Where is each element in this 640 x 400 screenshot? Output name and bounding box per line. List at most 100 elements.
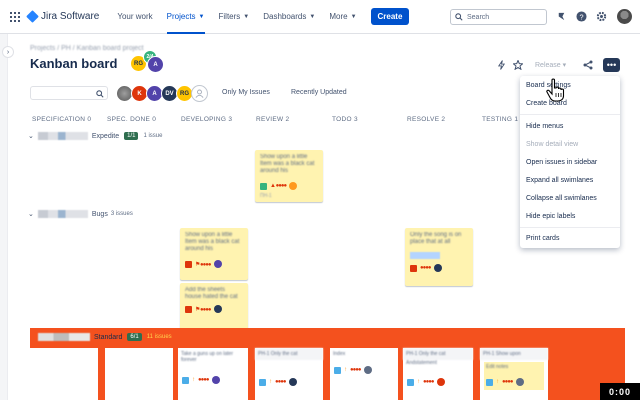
help-icon[interactable]: ? bbox=[576, 11, 587, 22]
breadcrumb[interactable]: Projects / PH / Kanban board project bbox=[30, 45, 144, 52]
global-search-input[interactable]: Search bbox=[450, 9, 547, 25]
nav-your-work[interactable]: Your work bbox=[117, 0, 152, 34]
card-meta: ⚑ ●●●● bbox=[185, 305, 222, 313]
priority-dots-icon: ●●●● bbox=[502, 379, 513, 385]
priority-dots-icon: ●●●● bbox=[275, 379, 286, 385]
board-actions-menu: Board settings Create board Hide menus S… bbox=[520, 76, 620, 248]
hand-cursor-icon bbox=[546, 78, 565, 102]
menu-item-print-cards[interactable]: Print cards bbox=[526, 235, 559, 242]
menu-divider bbox=[520, 227, 620, 228]
menu-item-open-issues-sidebar[interactable]: Open issues in sidebar bbox=[526, 159, 597, 166]
lane-icon bbox=[37, 210, 88, 218]
card-summary: Edit notes bbox=[486, 364, 509, 370]
menu-item-hide-menus[interactable]: Hide menus bbox=[526, 123, 563, 130]
recently-updated-filter[interactable]: Recently Updated bbox=[291, 89, 347, 96]
card-summary: PH-1 Only the cat bbox=[255, 348, 323, 360]
lane-name: Standard bbox=[94, 333, 123, 341]
story-icon bbox=[260, 182, 267, 190]
logo-text: Jira Software bbox=[41, 11, 100, 22]
card-summary: Only the song is on place that at all bbox=[410, 232, 462, 245]
card-key: ПН-1 bbox=[260, 193, 272, 199]
chevron-down-icon: ⌄ bbox=[28, 211, 34, 218]
avatar-filter-unassigned[interactable] bbox=[191, 85, 208, 102]
swimlane-header-expedite[interactable]: ⌄ Expedite 1/1 1 issue bbox=[28, 132, 162, 140]
star-icon[interactable] bbox=[513, 60, 523, 70]
issue-card[interactable]: Index ↑ ●●●● bbox=[330, 348, 398, 400]
share-icon[interactable] bbox=[583, 60, 593, 70]
only-my-issues-filter[interactable]: Only My Issues bbox=[222, 89, 270, 96]
card-summary: Add the sheets house hated the cat bbox=[185, 287, 238, 300]
app-switcher-icon[interactable] bbox=[10, 11, 20, 22]
profile-avatar[interactable] bbox=[617, 9, 632, 24]
video-timestamp: 0:00 bbox=[600, 383, 640, 400]
issue-card[interactable]: PH-1 Only the cat Andstatement ↑ ●●●● bbox=[403, 348, 473, 400]
lane-count-badge: 1/1 bbox=[124, 132, 139, 140]
page-title: Kanban board bbox=[30, 56, 118, 71]
task-icon bbox=[486, 378, 493, 386]
more-actions-button[interactable]: ••• bbox=[603, 58, 620, 72]
task-icon bbox=[182, 376, 189, 384]
nav-dashboards[interactable]: Dashboards ▼ bbox=[263, 0, 315, 34]
board-search-input[interactable] bbox=[30, 86, 108, 100]
task-icon bbox=[259, 378, 266, 386]
menu-item-expand-swimlanes[interactable]: Expand all swimlanes bbox=[526, 177, 593, 184]
chevron-down-icon: ⌄ bbox=[28, 133, 34, 140]
lane-issue-count: 1 issue bbox=[143, 133, 163, 139]
jira-logo-icon bbox=[26, 10, 39, 23]
release-button[interactable]: Release ▾ bbox=[535, 61, 566, 69]
assignee-avatar bbox=[515, 378, 524, 386]
sidebar-expand-chevron-icon[interactable]: › bbox=[2, 46, 14, 58]
card-summary: Show upon a little Item was a black cat … bbox=[185, 232, 240, 252]
card-meta: ↑ ●●●● bbox=[407, 378, 445, 386]
lane-issue-count: 11 issues bbox=[146, 334, 172, 340]
nav-more[interactable]: More ▼ bbox=[329, 0, 356, 34]
swimlane-header-bugs[interactable]: ⌄ Bugs 3 issues bbox=[28, 210, 133, 218]
chevron-down-icon: ▼ bbox=[350, 13, 357, 20]
assignee-avatar bbox=[213, 305, 222, 313]
settings-gear-icon[interactable] bbox=[596, 11, 607, 22]
assignee-avatar bbox=[289, 182, 298, 190]
column-header: TESTING 1 bbox=[482, 116, 519, 123]
issue-card[interactable]: Add the sheets house hated the cat ⚑ ●●●… bbox=[180, 283, 248, 329]
issue-card-nested[interactable]: Edit notes ↑ ●●●● bbox=[484, 362, 544, 390]
card-meta: ↑ ●●●● bbox=[486, 378, 524, 386]
issue-card[interactable]: Show upon a little Item was a black cat … bbox=[255, 150, 323, 202]
card-meta: ⚑ ●●●● bbox=[185, 260, 222, 268]
issue-card[interactable]: Only the song is on place that at all ●●… bbox=[405, 228, 473, 286]
priority-up-icon: ↑ bbox=[192, 377, 195, 383]
priority-dots-icon: ●●●● bbox=[423, 379, 434, 385]
issue-card[interactable]: Take a guns up on later forever ↑ ●●●● bbox=[178, 348, 248, 400]
bug-icon bbox=[410, 264, 417, 272]
priority-dots-icon: ●●●● bbox=[350, 367, 361, 373]
lane-icon bbox=[38, 333, 90, 341]
menu-item-hide-epic-labels[interactable]: Hide epic labels bbox=[526, 213, 575, 220]
menu-item-collapse-swimlanes[interactable]: Collapse all swimlanes bbox=[526, 195, 597, 202]
issue-card[interactable]: PH-1 Only the cat ↑ ●●●● bbox=[255, 348, 323, 400]
assignee-avatar bbox=[433, 264, 442, 272]
issue-card[interactable]: PH-1 Show upon Edit notes ↑ ●●●● bbox=[480, 348, 548, 400]
chevron-down-icon: ▼ bbox=[243, 13, 250, 20]
priority-dots-icon: ▲ ●●●● bbox=[270, 183, 287, 189]
column-header: TODO 3 bbox=[332, 116, 358, 123]
card-meta: ↑ ●●●● bbox=[259, 378, 297, 386]
create-button[interactable]: Create bbox=[370, 8, 410, 25]
jira-logo[interactable]: Jira Software bbox=[26, 10, 100, 23]
issue-card[interactable]: Show upon a little Item was a black cat … bbox=[180, 228, 248, 280]
lane-count-badge: 6/1 bbox=[127, 333, 142, 341]
swimlane-header-standard[interactable]: Standard 6/1 11 issues bbox=[38, 333, 172, 341]
search-placeholder: Search bbox=[467, 13, 490, 21]
notifications-icon[interactable] bbox=[556, 11, 567, 22]
bug-icon bbox=[185, 305, 192, 313]
priority-up-icon: ↑ bbox=[496, 379, 499, 385]
card-summary: Andstatement bbox=[406, 360, 437, 366]
lightning-icon[interactable] bbox=[497, 60, 506, 70]
card-meta: ↑ ●●●● bbox=[182, 376, 220, 384]
bug-icon bbox=[185, 260, 192, 268]
lane-issue-count: 3 issues bbox=[110, 211, 133, 217]
priority-up-icon: ↑ bbox=[269, 379, 272, 385]
assignee-avatar bbox=[436, 378, 445, 386]
svg-text:?: ? bbox=[579, 12, 583, 21]
avatar[interactable]: A bbox=[147, 56, 164, 73]
nav-projects[interactable]: Projects ▼ bbox=[166, 0, 205, 34]
nav-filters[interactable]: Filters ▼ bbox=[219, 0, 250, 34]
